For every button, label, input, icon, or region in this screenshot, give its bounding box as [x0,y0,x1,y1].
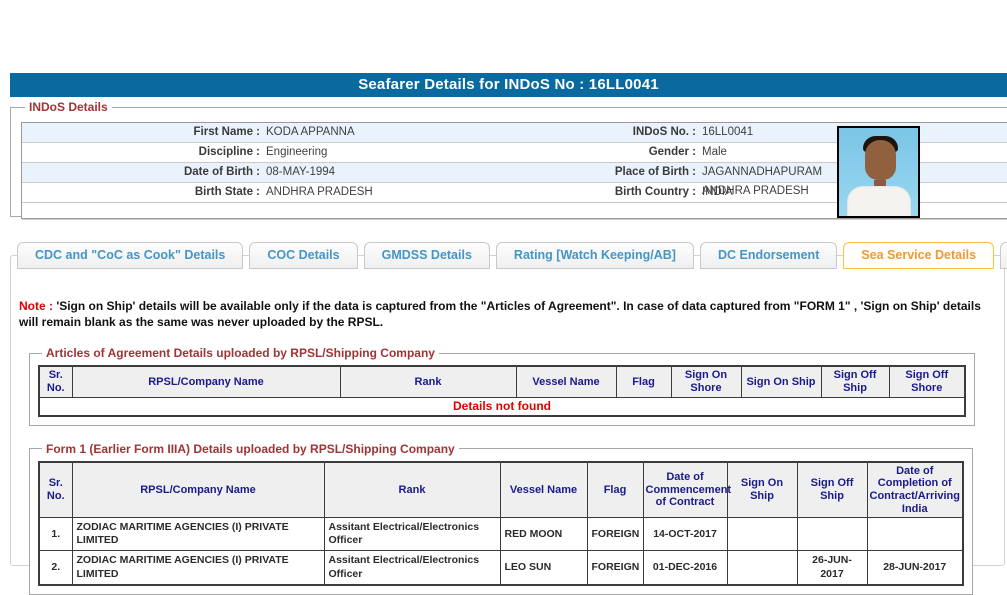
empty-row: Details not found [38,396,966,417]
col-rank: Rank [323,461,501,519]
form1-fieldset: Form 1 (Earlier Form IIIA) Details uploa… [29,441,973,595]
tab-dc-endorsement[interactable]: DC Endorsement [699,242,838,269]
discipline-label: Discipline : [198,146,260,158]
tab-gmdss-details[interactable]: GMDSS Details [363,242,490,269]
col-sr-no: Sr. No. [38,461,73,519]
col-flag: Flag [615,365,672,398]
cell-company: ZODIAC MARITIME AGENCIES (I) PRIVATE LIM… [71,517,325,552]
cell-sr-no: 1. [38,517,73,552]
page-title: Seafarer Details for INDoS No : 16LL0041 [10,73,1007,97]
cell-commencement: 14-OCT-2017 [642,517,728,552]
table-row: 1. ZODIAC MARITIME AGENCIES (I) PRIVATE … [38,517,964,552]
articles-of-agreement-fieldset: Articles of Agreement Details uploaded b… [29,346,975,426]
sign-on-ship-note: Note : 'Sign on Ship' details will be av… [19,298,996,330]
col-flag: Flag [586,461,644,519]
col-sign-off-shore: Sign Off Shore [888,365,966,398]
gender-label: Gender : [648,146,696,158]
form1-legend: Form 1 (Earlier Form IIIA) Details uploa… [46,441,455,456]
tab-sea-service-details[interactable]: Sea Service Details [843,242,995,269]
col-sign-off-ship: Sign Off Ship [796,461,868,519]
birth-state-label: Birth State : [194,186,260,198]
cell-rank: Assitant Electrical/Electronics Officer [323,517,501,552]
birth-country-label: Birth Country : [614,186,696,198]
photo-head [865,140,897,180]
col-sign-on-ship: Sign On Ship [726,461,798,519]
col-company: RPSL/Company Name [71,461,325,519]
date-of-birth-label: Date of Birth : [183,166,260,178]
col-sign-off-ship: Sign Off Ship [820,365,890,398]
first-name-value: KODA APPANNA [266,126,355,138]
tab-coc-details[interactable]: COC Details [249,242,358,269]
cell-sign-on-ship [726,550,798,586]
cell-sr-no: 2. [38,550,73,586]
note-prefix: Note : [19,299,57,313]
note-text: 'Sign on Ship' details will be available… [19,299,981,330]
col-commencement: Date of Commencement of Contract [642,461,731,519]
photo-shirt [847,186,912,216]
first-name-label: First Name : [193,126,260,138]
indos-details-legend: INDoS Details [29,100,108,114]
tab-cdc-coc-cook-details[interactable]: CDC and "CoC as Cook" Details [17,242,244,269]
articles-of-agreement-legend: Articles of Agreement Details uploaded b… [46,346,435,361]
cell-vessel: RED MOON [499,517,588,552]
tab-training-details[interactable]: Training Details [1000,242,1007,269]
place-of-birth-label: Place of Birth : [614,166,696,178]
col-sign-on-shore: Sign On Shore [670,365,742,398]
cell-completion [866,517,964,552]
details-not-found-message: Details not found [38,396,966,417]
cell-commencement: 01-DEC-2016 [642,550,728,586]
cell-sign-off-ship: 26-JUN-2017 [796,550,868,586]
indos-no-value: 16LL0041 [702,126,754,138]
col-sign-on-ship: Sign On Ship [740,365,822,398]
table-header-row: Sr. No. RPSL/Company Name Rank Vessel Na… [38,365,966,398]
cell-company: ZODIAC MARITIME AGENCIES (I) PRIVATE LIM… [71,550,325,586]
cell-vessel: LEO SUN [499,550,588,586]
gender-value: Male [702,146,727,158]
col-rank: Rank [339,365,517,398]
place-of-birth-value: JAGANNADHAPURAM ANDHRA PRADESH [702,166,823,197]
birth-state-value: ANDHRA PRADESH [266,186,373,198]
cell-flag: FOREIGN [586,517,644,552]
table-header-row: Sr. No. RPSL/Company Name Rank Vessel Na… [38,461,964,519]
form1-table: Sr. No. RPSL/Company Name Rank Vessel Na… [38,460,964,586]
cell-completion: 28-JUN-2017 [866,550,964,586]
discipline-value: Engineering [266,146,328,158]
tab-rating-watchkeeping[interactable]: Rating [Watch Keeping/AB] [495,242,694,269]
col-vessel: Vessel Name [515,365,617,398]
birth-country-value: INDIA [702,186,733,198]
sea-service-panel: Note : 'Sign on Ship' details will be av… [10,255,1005,595]
articles-of-agreement-table: Sr. No. RPSL/Company Name Rank Vessel Na… [38,365,966,417]
seafarer-photo [837,126,921,218]
cell-sign-off-ship [796,517,868,552]
indos-details-box: First Name : KODA APPANNA INDoS No. : 16… [21,122,1007,219]
detail-tabs: CDC and "CoC as Cook" Details COC Detail… [17,242,1007,269]
cell-flag: FOREIGN [586,550,644,586]
table-row: 2. ZODIAC MARITIME AGENCIES (I) PRIVATE … [38,550,964,586]
col-completion: Date of Completion of Contract/Arriving … [866,461,964,519]
cell-rank: Assitant Electrical/Electronics Officer [323,550,501,586]
col-sr-no: Sr. No. [38,365,73,398]
col-vessel: Vessel Name [499,461,588,519]
indos-details-fieldset: INDoS Details First Name : KODA APPANNA … [10,100,1007,219]
cell-sign-on-ship [726,517,798,552]
date-of-birth-value: 08-MAY-1994 [266,166,336,178]
indos-no-label: INDoS No. : [632,126,696,138]
col-company: RPSL/Company Name [71,365,341,398]
